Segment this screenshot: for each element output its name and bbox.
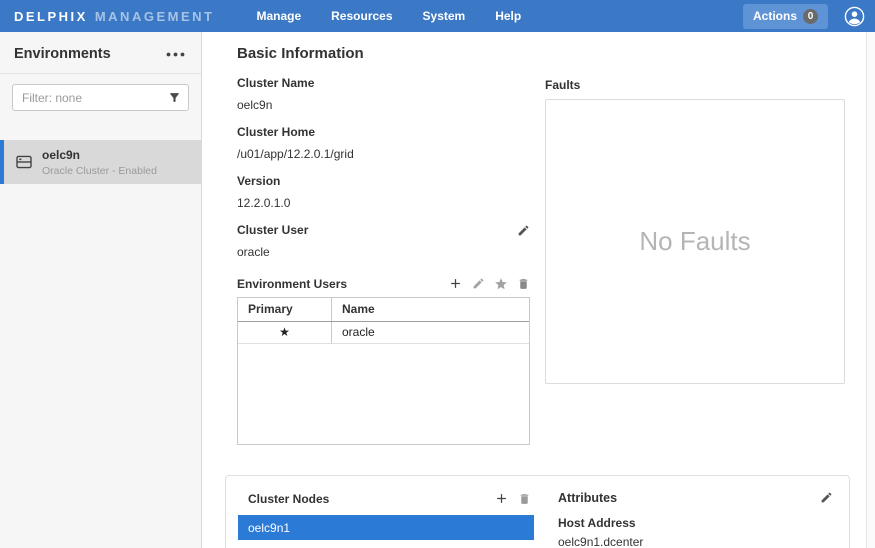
page-title: Basic Information [237, 45, 845, 62]
trash-icon [518, 494, 531, 509]
environment-name: oelc9n [42, 148, 157, 162]
column-header-primary: Primary [238, 298, 332, 321]
filter-funnel-icon[interactable] [168, 91, 181, 104]
pencil-icon [820, 492, 833, 507]
cluster-user-value: oracle [237, 245, 530, 259]
sidebar-divider [0, 73, 201, 74]
filter-input[interactable] [12, 84, 189, 111]
attributes-title: Attributes [558, 491, 617, 505]
main-content: Basic Information Cluster Name oelc9n Cl… [202, 32, 875, 548]
app-window: DELPHIX MANAGEMENT Manage Resources Syst… [0, 0, 875, 548]
actions-button[interactable]: Actions 0 [743, 4, 828, 29]
environment-users-table: Primary Name ★ oracle [237, 297, 530, 445]
pencil-icon [472, 278, 485, 293]
environment-subtitle: Oracle Cluster - Enabled [42, 165, 157, 177]
actions-button-label: Actions [753, 9, 797, 23]
cluster-home-value: /u01/app/12.2.0.1/grid [237, 147, 530, 161]
user-avatar-button[interactable] [844, 6, 865, 27]
table-row[interactable]: ★ oracle [238, 322, 529, 344]
sidebar-more-button[interactable] [164, 50, 187, 59]
column-header-name: Name [332, 298, 529, 321]
cluster-user-label: Cluster User [237, 223, 308, 237]
sidebar-item-oelc9n[interactable]: oelc9n Oracle Cluster - Enabled [0, 140, 201, 184]
version-value: 12.2.0.1.0 [237, 196, 530, 210]
primary-star-cell: ★ [238, 322, 332, 343]
sidebar-title: Environments [14, 46, 111, 62]
delete-user-button[interactable] [517, 277, 530, 291]
host-address-label: Host Address [558, 516, 833, 530]
cluster-name-label: Cluster Name [237, 76, 530, 90]
main-menu: Manage Resources System Help [256, 9, 521, 23]
cluster-nodes-card: Cluster Nodes [225, 475, 850, 548]
cluster-home-label: Cluster Home [237, 125, 530, 139]
cluster-name-value: oelc9n [237, 98, 530, 112]
cluster-nodes-list: oelc9n1 oelc9n2 Disable [238, 515, 534, 548]
pencil-icon [517, 225, 530, 240]
user-name-cell: oracle [332, 322, 529, 343]
no-faults-text: No Faults [639, 226, 750, 257]
faults-title: Faults [545, 78, 845, 92]
menu-manage[interactable]: Manage [256, 9, 301, 23]
trash-icon [517, 279, 530, 294]
edit-cluster-user-button[interactable] [517, 224, 530, 237]
top-nav: DELPHIX MANAGEMENT Manage Resources Syst… [0, 0, 875, 32]
version-label: Version [237, 174, 530, 188]
plus-icon [494, 494, 509, 509]
edit-attributes-button[interactable] [820, 491, 833, 504]
set-primary-user-button[interactable] [494, 277, 508, 291]
star-icon [494, 279, 508, 294]
add-user-button[interactable] [448, 276, 463, 291]
brand-primary: DELPHIX [14, 9, 88, 24]
more-horiz-icon [166, 45, 185, 60]
menu-resources[interactable]: Resources [331, 9, 392, 23]
main-scrollbar-track[interactable] [866, 32, 875, 548]
node-name: oelc9n1 [248, 521, 290, 535]
user-icon [844, 15, 865, 30]
host-address-value: oelc9n1.dcenter [558, 535, 833, 548]
delete-node-button[interactable] [518, 492, 531, 506]
menu-system[interactable]: System [423, 9, 466, 23]
cluster-nodes-title: Cluster Nodes [248, 492, 329, 506]
environments-sidebar: Environments [0, 32, 202, 548]
brand-secondary: MANAGEMENT [95, 9, 215, 24]
edit-user-button[interactable] [472, 277, 485, 290]
delphix-logo[interactable]: DELPHIX MANAGEMENT [14, 9, 214, 24]
plus-icon [448, 279, 463, 294]
menu-help[interactable]: Help [495, 9, 521, 23]
node-row-oelc9n1[interactable]: oelc9n1 [238, 515, 534, 540]
node-row-oelc9n2[interactable]: oelc9n2 Disable [238, 540, 534, 548]
actions-count-badge: 0 [803, 9, 818, 24]
faults-panel: No Faults [545, 99, 845, 384]
environment-users-title: Environment Users [237, 277, 347, 291]
add-node-button[interactable] [494, 491, 509, 506]
table-header-row: Primary Name [238, 298, 529, 322]
environment-cluster-icon [16, 155, 32, 169]
